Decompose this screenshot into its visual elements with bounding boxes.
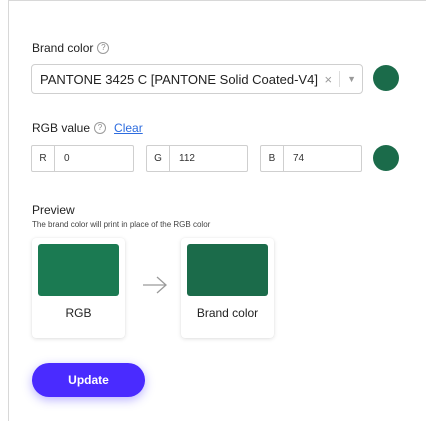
rgb-g-field[interactable]: G 112 (146, 145, 248, 172)
clear-selection-icon[interactable]: × (324, 72, 332, 87)
rgb-preview-caption: RGB (65, 306, 92, 320)
rgb-b-channel-label: B (261, 146, 284, 171)
preview-title: Preview (32, 203, 75, 217)
rgb-preview-card: RGB (32, 238, 125, 338)
rgb-b-field[interactable]: B 74 (260, 145, 362, 172)
brand-color-label: Brand color (32, 41, 94, 55)
brand-color-swatch (373, 65, 399, 91)
rgb-b-input[interactable]: 74 (284, 153, 304, 164)
rgb-r-channel-label: R (32, 146, 55, 171)
select-divider (339, 71, 341, 87)
brand-color-select[interactable]: PANTONE 3425 C [PANTONE Solid Coated-V4]… (31, 64, 363, 94)
brand-color-label-row: Brand color ? (32, 41, 110, 55)
help-circle-icon[interactable]: ? (94, 122, 107, 134)
brand-preview-chip (187, 244, 268, 296)
clear-rgb-link[interactable]: Clear (114, 121, 143, 135)
rgb-g-channel-label: G (147, 146, 170, 171)
rgb-preview-chip (38, 244, 119, 296)
rgb-value-label-row: RGB value ? Clear (32, 121, 143, 135)
brand-preview-caption: Brand color (196, 306, 259, 320)
update-button[interactable]: Update (32, 363, 145, 397)
arrow-right-icon (143, 276, 167, 294)
rgb-color-swatch (373, 145, 399, 171)
rgb-g-input[interactable]: 112 (170, 153, 195, 164)
help-circle-icon[interactable]: ? (97, 42, 110, 54)
brand-color-select-value: PANTONE 3425 C [PANTONE Solid Coated-V4] (40, 71, 318, 87)
rgb-r-input[interactable]: 0 (55, 153, 70, 164)
rgb-r-field[interactable]: R 0 (31, 145, 134, 172)
chevron-down-icon[interactable]: ▼ (347, 74, 356, 84)
rgb-value-label: RGB value (32, 121, 91, 135)
brand-preview-card: Brand color (181, 238, 274, 338)
preview-subtitle: The brand color will print in place of t… (32, 220, 211, 229)
